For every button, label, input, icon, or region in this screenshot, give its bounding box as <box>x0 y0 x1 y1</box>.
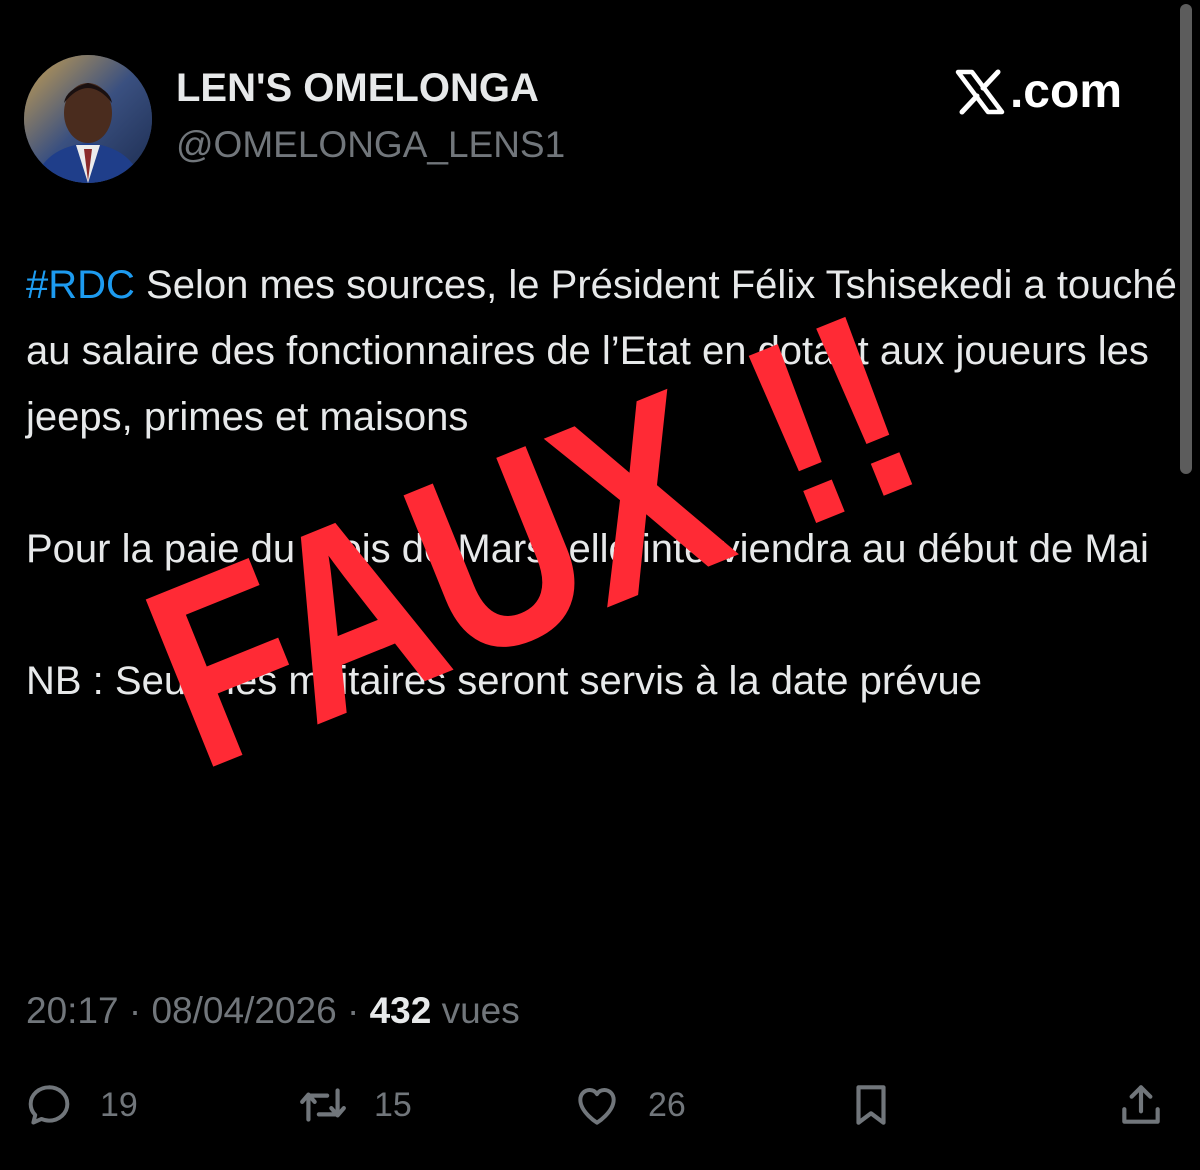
bookmark-button[interactable] <box>846 1080 896 1130</box>
tweet-screenshot: LEN'S OMELONGA @OMELONGA_LENS1 .com #RDC… <box>0 0 1200 1170</box>
x-logo-icon <box>954 68 1006 116</box>
like-button[interactable]: 26 <box>572 1080 686 1130</box>
avatar[interactable] <box>24 55 152 183</box>
tweet-body: #RDC Selon mes sources, le Président Fél… <box>26 252 1186 714</box>
author-name[interactable]: LEN'S OMELONGA <box>176 66 539 111</box>
author-handle[interactable]: @OMELONGA_LENS1 <box>176 124 565 166</box>
share-button[interactable] <box>1116 1080 1166 1130</box>
brand-label: .com <box>1009 65 1122 118</box>
tweet-paragraph-3: NB : Seuls les militaires seront servis … <box>26 659 982 703</box>
brand-watermark: .com <box>954 64 1122 119</box>
tweet-date[interactable]: 08/04/2026 <box>151 990 336 1031</box>
tweet-time[interactable]: 20:17 <box>26 990 119 1031</box>
bookmark-icon <box>856 1085 886 1125</box>
meta-separator-2: · <box>336 990 370 1031</box>
tweet-paragraph-1-text: Selon mes sources, le Président Félix Ts… <box>26 263 1177 439</box>
tweet-paragraph-1: #RDC Selon mes sources, le Président Fél… <box>26 252 1186 450</box>
views-label: vues <box>431 990 520 1031</box>
reply-count: 19 <box>100 1085 138 1124</box>
meta-separator: · <box>118 990 152 1031</box>
tweet-paragraph-2: Pour la paie du mois de Mars, elle inter… <box>26 527 1149 571</box>
reply-icon <box>28 1085 70 1125</box>
views-count: 432 <box>369 990 432 1031</box>
retweet-count: 15 <box>374 1085 412 1124</box>
retweet-icon <box>300 1088 346 1122</box>
hashtag-link[interactable]: #RDC <box>26 263 135 307</box>
tweet-meta: 20:17 · 08/04/2026 · 432 vues <box>26 990 520 1032</box>
share-icon <box>1122 1085 1160 1124</box>
reply-button[interactable]: 19 <box>24 1080 138 1130</box>
retweet-button[interactable]: 15 <box>298 1080 412 1130</box>
heart-icon <box>578 1088 616 1125</box>
action-bar: 19 15 26 <box>0 1080 1200 1140</box>
like-count: 26 <box>648 1085 686 1124</box>
avatar-image <box>24 55 152 183</box>
